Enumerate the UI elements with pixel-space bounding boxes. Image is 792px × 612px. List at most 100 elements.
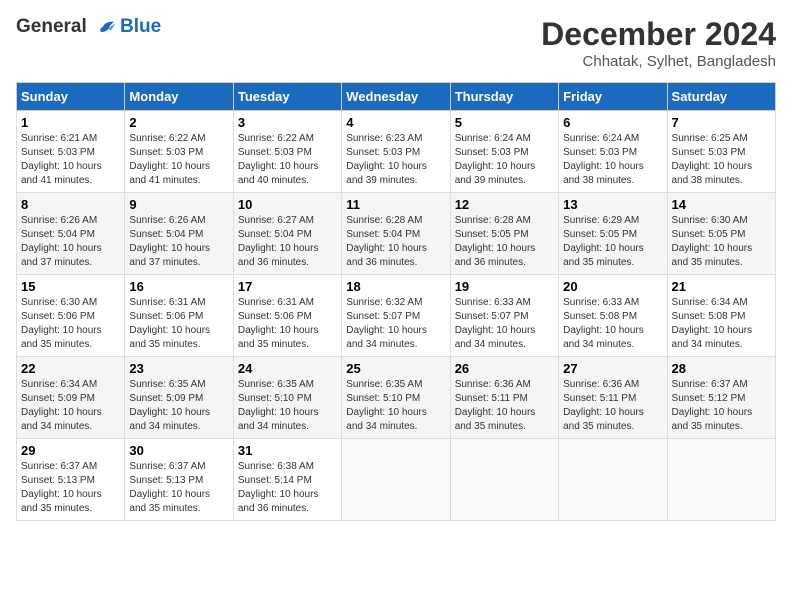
- calendar-subtitle: Chhatak, Sylhet, Bangladesh: [541, 53, 776, 70]
- day-info: Sunrise: 6:38 AMSunset: 5:14 PMDaylight:…: [238, 461, 319, 514]
- calendar-day-23: 23 Sunrise: 6:35 AMSunset: 5:09 PMDaylig…: [125, 357, 233, 439]
- calendar-day-4: 4 Sunrise: 6:23 AMSunset: 5:03 PMDayligh…: [342, 111, 450, 193]
- calendar-day-12: 12 Sunrise: 6:28 AMSunset: 5:05 PMDaylig…: [450, 193, 558, 275]
- day-number: 16: [129, 279, 228, 294]
- day-info: Sunrise: 6:36 AMSunset: 5:11 PMDaylight:…: [455, 379, 536, 432]
- calendar-day-8: 8 Sunrise: 6:26 AMSunset: 5:04 PMDayligh…: [17, 193, 125, 275]
- day-info: Sunrise: 6:34 AMSunset: 5:09 PMDaylight:…: [21, 379, 102, 432]
- empty-cell: [450, 439, 558, 521]
- empty-cell: [667, 439, 775, 521]
- calendar-day-16: 16 Sunrise: 6:31 AMSunset: 5:06 PMDaylig…: [125, 275, 233, 357]
- logo-text-general: General: [16, 16, 87, 37]
- day-number: 3: [238, 115, 337, 130]
- day-info: Sunrise: 6:33 AMSunset: 5:08 PMDaylight:…: [563, 297, 644, 350]
- day-number: 25: [346, 361, 445, 376]
- day-info: Sunrise: 6:22 AMSunset: 5:03 PMDaylight:…: [129, 133, 210, 186]
- day-number: 5: [455, 115, 554, 130]
- calendar-week-1: 1 Sunrise: 6:21 AMSunset: 5:03 PMDayligh…: [17, 111, 776, 193]
- day-info: Sunrise: 6:27 AMSunset: 5:04 PMDaylight:…: [238, 215, 319, 268]
- calendar-day-18: 18 Sunrise: 6:32 AMSunset: 5:07 PMDaylig…: [342, 275, 450, 357]
- calendar-day-22: 22 Sunrise: 6:34 AMSunset: 5:09 PMDaylig…: [17, 357, 125, 439]
- header-row: SundayMondayTuesdayWednesdayThursdayFrid…: [17, 83, 776, 111]
- day-number: 19: [455, 279, 554, 294]
- calendar-day-28: 28 Sunrise: 6:37 AMSunset: 5:12 PMDaylig…: [667, 357, 775, 439]
- day-info: Sunrise: 6:29 AMSunset: 5:05 PMDaylight:…: [563, 215, 644, 268]
- calendar-day-5: 5 Sunrise: 6:24 AMSunset: 5:03 PMDayligh…: [450, 111, 558, 193]
- calendar-day-2: 2 Sunrise: 6:22 AMSunset: 5:03 PMDayligh…: [125, 111, 233, 193]
- calendar-day-13: 13 Sunrise: 6:29 AMSunset: 5:05 PMDaylig…: [559, 193, 667, 275]
- day-number: 18: [346, 279, 445, 294]
- day-info: Sunrise: 6:33 AMSunset: 5:07 PMDaylight:…: [455, 297, 536, 350]
- day-number: 29: [21, 443, 120, 458]
- calendar-day-14: 14 Sunrise: 6:30 AMSunset: 5:05 PMDaylig…: [667, 193, 775, 275]
- day-info: Sunrise: 6:23 AMSunset: 5:03 PMDaylight:…: [346, 133, 427, 186]
- day-info: Sunrise: 6:35 AMSunset: 5:09 PMDaylight:…: [129, 379, 210, 432]
- calendar-day-29: 29 Sunrise: 6:37 AMSunset: 5:13 PMDaylig…: [17, 439, 125, 521]
- calendar-day-7: 7 Sunrise: 6:25 AMSunset: 5:03 PMDayligh…: [667, 111, 775, 193]
- calendar-day-9: 9 Sunrise: 6:26 AMSunset: 5:04 PMDayligh…: [125, 193, 233, 275]
- title-area: December 2024 Chhatak, Sylhet, Banglades…: [541, 16, 776, 70]
- calendar-week-4: 22 Sunrise: 6:34 AMSunset: 5:09 PMDaylig…: [17, 357, 776, 439]
- day-info: Sunrise: 6:35 AMSunset: 5:10 PMDaylight:…: [238, 379, 319, 432]
- day-number: 30: [129, 443, 228, 458]
- day-number: 13: [563, 197, 662, 212]
- day-info: Sunrise: 6:24 AMSunset: 5:03 PMDaylight:…: [563, 133, 644, 186]
- empty-cell: [559, 439, 667, 521]
- calendar-day-25: 25 Sunrise: 6:35 AMSunset: 5:10 PMDaylig…: [342, 357, 450, 439]
- day-number: 14: [672, 197, 771, 212]
- day-number: 9: [129, 197, 228, 212]
- calendar-day-3: 3 Sunrise: 6:22 AMSunset: 5:03 PMDayligh…: [233, 111, 341, 193]
- calendar-day-31: 31 Sunrise: 6:38 AMSunset: 5:14 PMDaylig…: [233, 439, 341, 521]
- weekday-header-monday: Monday: [125, 83, 233, 111]
- calendar-day-27: 27 Sunrise: 6:36 AMSunset: 5:11 PMDaylig…: [559, 357, 667, 439]
- day-info: Sunrise: 6:31 AMSunset: 5:06 PMDaylight:…: [238, 297, 319, 350]
- weekday-header-friday: Friday: [559, 83, 667, 111]
- day-info: Sunrise: 6:37 AMSunset: 5:13 PMDaylight:…: [21, 461, 102, 514]
- day-number: 28: [672, 361, 771, 376]
- day-info: Sunrise: 6:22 AMSunset: 5:03 PMDaylight:…: [238, 133, 319, 186]
- calendar-day-17: 17 Sunrise: 6:31 AMSunset: 5:06 PMDaylig…: [233, 275, 341, 357]
- calendar-day-20: 20 Sunrise: 6:33 AMSunset: 5:08 PMDaylig…: [559, 275, 667, 357]
- calendar-day-19: 19 Sunrise: 6:33 AMSunset: 5:07 PMDaylig…: [450, 275, 558, 357]
- day-number: 26: [455, 361, 554, 376]
- calendar-day-10: 10 Sunrise: 6:27 AMSunset: 5:04 PMDaylig…: [233, 193, 341, 275]
- day-info: Sunrise: 6:32 AMSunset: 5:07 PMDaylight:…: [346, 297, 427, 350]
- day-info: Sunrise: 6:30 AMSunset: 5:06 PMDaylight:…: [21, 297, 102, 350]
- weekday-header-sunday: Sunday: [17, 83, 125, 111]
- day-number: 31: [238, 443, 337, 458]
- calendar-day-24: 24 Sunrise: 6:35 AMSunset: 5:10 PMDaylig…: [233, 357, 341, 439]
- calendar-day-15: 15 Sunrise: 6:30 AMSunset: 5:06 PMDaylig…: [17, 275, 125, 357]
- calendar-week-3: 15 Sunrise: 6:30 AMSunset: 5:06 PMDaylig…: [17, 275, 776, 357]
- day-number: 1: [21, 115, 120, 130]
- day-number: 27: [563, 361, 662, 376]
- calendar-day-21: 21 Sunrise: 6:34 AMSunset: 5:08 PMDaylig…: [667, 275, 775, 357]
- day-number: 23: [129, 361, 228, 376]
- calendar-table: SundayMondayTuesdayWednesdayThursdayFrid…: [16, 82, 776, 521]
- logo-bird-icon: [96, 18, 118, 36]
- weekday-header-wednesday: Wednesday: [342, 83, 450, 111]
- day-info: Sunrise: 6:28 AMSunset: 5:05 PMDaylight:…: [455, 215, 536, 268]
- weekday-header-saturday: Saturday: [667, 83, 775, 111]
- logo: General Blue: [16, 16, 161, 38]
- day-number: 10: [238, 197, 337, 212]
- calendar-week-2: 8 Sunrise: 6:26 AMSunset: 5:04 PMDayligh…: [17, 193, 776, 275]
- day-info: Sunrise: 6:26 AMSunset: 5:04 PMDaylight:…: [129, 215, 210, 268]
- day-info: Sunrise: 6:21 AMSunset: 5:03 PMDaylight:…: [21, 133, 102, 186]
- day-info: Sunrise: 6:24 AMSunset: 5:03 PMDaylight:…: [455, 133, 536, 186]
- day-info: Sunrise: 6:25 AMSunset: 5:03 PMDaylight:…: [672, 133, 753, 186]
- day-number: 7: [672, 115, 771, 130]
- day-number: 22: [21, 361, 120, 376]
- day-number: 20: [563, 279, 662, 294]
- calendar-title: December 2024: [541, 16, 776, 53]
- day-info: Sunrise: 6:31 AMSunset: 5:06 PMDaylight:…: [129, 297, 210, 350]
- calendar-day-26: 26 Sunrise: 6:36 AMSunset: 5:11 PMDaylig…: [450, 357, 558, 439]
- day-info: Sunrise: 6:37 AMSunset: 5:13 PMDaylight:…: [129, 461, 210, 514]
- calendar-day-1: 1 Sunrise: 6:21 AMSunset: 5:03 PMDayligh…: [17, 111, 125, 193]
- day-number: 21: [672, 279, 771, 294]
- empty-cell: [342, 439, 450, 521]
- calendar-day-11: 11 Sunrise: 6:28 AMSunset: 5:04 PMDaylig…: [342, 193, 450, 275]
- day-info: Sunrise: 6:34 AMSunset: 5:08 PMDaylight:…: [672, 297, 753, 350]
- header: General Blue December 2024 Chhatak, Sylh…: [16, 16, 776, 70]
- day-info: Sunrise: 6:28 AMSunset: 5:04 PMDaylight:…: [346, 215, 427, 268]
- calendar-day-6: 6 Sunrise: 6:24 AMSunset: 5:03 PMDayligh…: [559, 111, 667, 193]
